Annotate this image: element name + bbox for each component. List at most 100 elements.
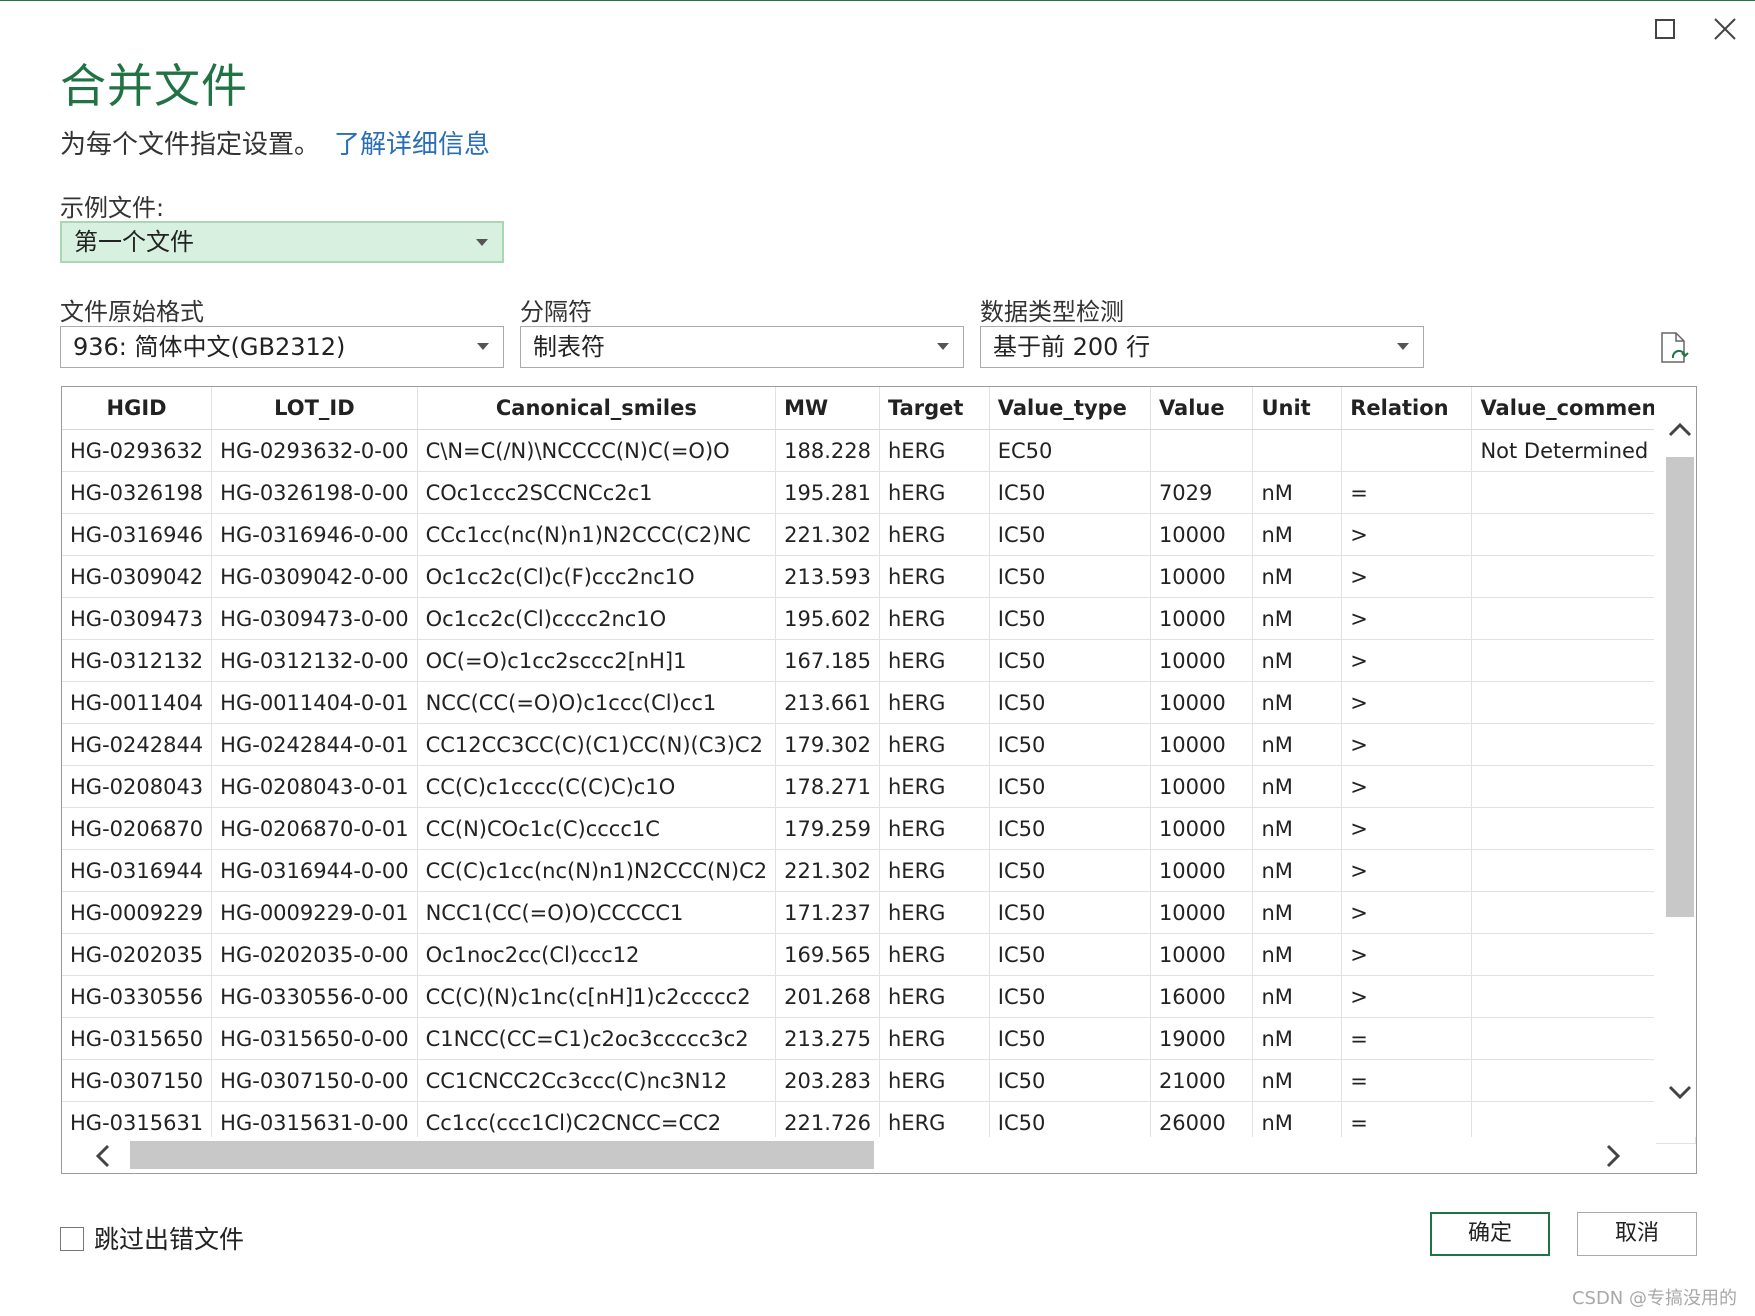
table-cell[interactable]: 16000 — [1150, 975, 1254, 1018]
table-cell[interactable]: HG-0202035-0-00 — [211, 933, 418, 976]
table-cell[interactable]: CC(C)c1cc(nc(N)n1)N2CCC(N)C2 — [417, 849, 777, 892]
table-cell[interactable]: > — [1341, 639, 1473, 682]
scroll-left-button[interactable] — [92, 1142, 114, 1173]
table-cell[interactable]: 201.268 — [775, 975, 880, 1018]
table-cell[interactable]: C\N=C(/N)\NCCCC(N)C(=O)O — [417, 429, 777, 472]
table-cell[interactable]: 203.283 — [775, 1059, 880, 1102]
table-cell[interactable]: hERG — [879, 513, 990, 556]
table-cell[interactable]: 10000 — [1150, 555, 1254, 598]
table-cell[interactable]: nM — [1252, 1059, 1343, 1102]
table-cell[interactable]: HG-0316944 — [62, 849, 213, 892]
table-cell[interactable]: 10000 — [1150, 765, 1254, 808]
table-cell[interactable]: CC(N)COc1c(C)cccc1C — [417, 807, 777, 850]
table-cell[interactable]: hERG — [879, 1059, 990, 1102]
scroll-down-button[interactable] — [1666, 1081, 1694, 1107]
table-cell[interactable]: hERG — [879, 765, 990, 808]
table-cell[interactable]: IC50 — [989, 1059, 1151, 1102]
table-cell[interactable]: HG-0242844 — [62, 723, 213, 766]
table-cell[interactable]: HG-0011404 — [62, 681, 213, 724]
table-cell[interactable]: HG-0330556 — [62, 975, 213, 1018]
table-cell[interactable]: CCc1cc(nc(N)n1)N2CCC(C2)NC — [417, 513, 777, 556]
delimiter-dropdown[interactable]: 制表符 — [520, 326, 964, 368]
sample-file-dropdown[interactable]: 第一个文件 — [60, 221, 504, 263]
table-cell[interactable]: > — [1341, 765, 1473, 808]
table-cell[interactable]: 195.602 — [775, 597, 880, 640]
table-cell[interactable]: EC50 — [989, 429, 1151, 472]
table-cell[interactable]: HG-0009229 — [62, 891, 213, 934]
table-cell[interactable]: HG-0011404-0-01 — [211, 681, 418, 724]
table-cell[interactable]: IC50 — [989, 681, 1151, 724]
table-cell[interactable]: 213.275 — [775, 1017, 880, 1060]
file-origin-dropdown[interactable]: 936: 简体中文(GB2312) — [60, 326, 504, 368]
table-cell[interactable]: 213.593 — [775, 555, 880, 598]
table-cell[interactable]: IC50 — [989, 975, 1151, 1018]
table-cell[interactable]: HG-0293632 — [62, 429, 213, 472]
vertical-scrollbar[interactable] — [1654, 387, 1696, 1137]
table-cell[interactable]: 195.281 — [775, 471, 880, 514]
table-cell[interactable]: HG-0326198-0-00 — [211, 471, 418, 514]
table-cell[interactable]: HG-0316946 — [62, 513, 213, 556]
column-header[interactable]: HGID — [62, 387, 213, 430]
table-cell[interactable]: hERG — [879, 807, 990, 850]
column-header[interactable]: Canonical_smiles — [417, 387, 777, 430]
table-cell[interactable]: hERG — [879, 933, 990, 976]
column-header[interactable]: Target — [879, 387, 990, 430]
table-cell[interactable]: Oc1cc2c(Cl)c(F)ccc2nc1O — [417, 555, 777, 598]
table-cell[interactable]: CC(C)c1cccc(C(C)C)c1O — [417, 765, 777, 808]
table-cell[interactable]: nM — [1252, 681, 1343, 724]
table-cell[interactable]: hERG — [879, 1017, 990, 1060]
table-cell[interactable]: IC50 — [989, 513, 1151, 556]
table-cell[interactable]: nM — [1252, 849, 1343, 892]
table-cell[interactable]: hERG — [879, 555, 990, 598]
table-cell[interactable]: COc1ccc2SCCNCc2c1 — [417, 471, 777, 514]
learn-more-link[interactable]: 了解详细信息 — [334, 130, 490, 160]
table-cell[interactable]: IC50 — [989, 933, 1151, 976]
table-cell[interactable]: hERG — [879, 975, 990, 1018]
column-header[interactable]: LOT_ID — [211, 387, 418, 430]
table-cell[interactable]: hERG — [879, 681, 990, 724]
table-cell[interactable]: HG-0312132 — [62, 639, 213, 682]
table-cell[interactable]: hERG — [879, 471, 990, 514]
table-cell[interactable]: hERG — [879, 639, 990, 682]
table-cell[interactable] — [1252, 429, 1343, 472]
table-cell[interactable]: > — [1341, 513, 1473, 556]
table-cell[interactable]: Oc1cc2c(Cl)cccc2nc1O — [417, 597, 777, 640]
table-cell[interactable]: HG-0242844-0-01 — [211, 723, 418, 766]
table-cell[interactable]: HG-0009229-0-01 — [211, 891, 418, 934]
table-cell[interactable]: = — [1341, 1059, 1473, 1102]
table-cell[interactable]: nM — [1252, 1017, 1343, 1060]
table-cell[interactable]: 179.259 — [775, 807, 880, 850]
table-cell[interactable]: > — [1341, 555, 1473, 598]
table-cell[interactable]: HG-0316944-0-00 — [211, 849, 418, 892]
table-cell[interactable]: HG-0202035 — [62, 933, 213, 976]
table-cell[interactable]: 10000 — [1150, 597, 1254, 640]
table-cell[interactable]: HG-0309473 — [62, 597, 213, 640]
table-cell[interactable]: HG-0206870-0-01 — [211, 807, 418, 850]
table-cell[interactable]: HG-0309473-0-00 — [211, 597, 418, 640]
table-cell[interactable]: HG-0330556-0-00 — [211, 975, 418, 1018]
table-cell[interactable]: 221.302 — [775, 849, 880, 892]
table-cell[interactable]: IC50 — [989, 555, 1151, 598]
type-detection-dropdown[interactable]: 基于前 200 行 — [980, 326, 1424, 368]
table-cell[interactable]: > — [1341, 723, 1473, 766]
table-cell[interactable]: nM — [1252, 891, 1343, 934]
table-cell[interactable]: IC50 — [989, 891, 1151, 934]
table-cell[interactable]: HG-0293632-0-00 — [211, 429, 418, 472]
table-cell[interactable]: > — [1341, 597, 1473, 640]
preview-grid[interactable]: HGID LOT_ID Canonical_smiles MW Target V… — [61, 386, 1697, 1174]
table-cell[interactable]: hERG — [879, 891, 990, 934]
table-cell[interactable]: 7029 — [1150, 471, 1254, 514]
table-cell[interactable]: nM — [1252, 513, 1343, 556]
table-cell[interactable]: HG-0315650-0-00 — [211, 1017, 418, 1060]
table-cell[interactable]: IC50 — [989, 765, 1151, 808]
table-cell[interactable]: IC50 — [989, 723, 1151, 766]
table-cell[interactable]: nM — [1252, 639, 1343, 682]
table-cell[interactable]: = — [1341, 1017, 1473, 1060]
table-cell[interactable]: HG-0309042-0-00 — [211, 555, 418, 598]
column-header[interactable]: Value_type — [989, 387, 1151, 430]
table-cell[interactable]: = — [1341, 471, 1473, 514]
table-cell[interactable]: IC50 — [989, 849, 1151, 892]
table-cell[interactable]: 10000 — [1150, 681, 1254, 724]
table-cell[interactable]: 179.302 — [775, 723, 880, 766]
cancel-button[interactable]: 取消 — [1577, 1212, 1697, 1256]
